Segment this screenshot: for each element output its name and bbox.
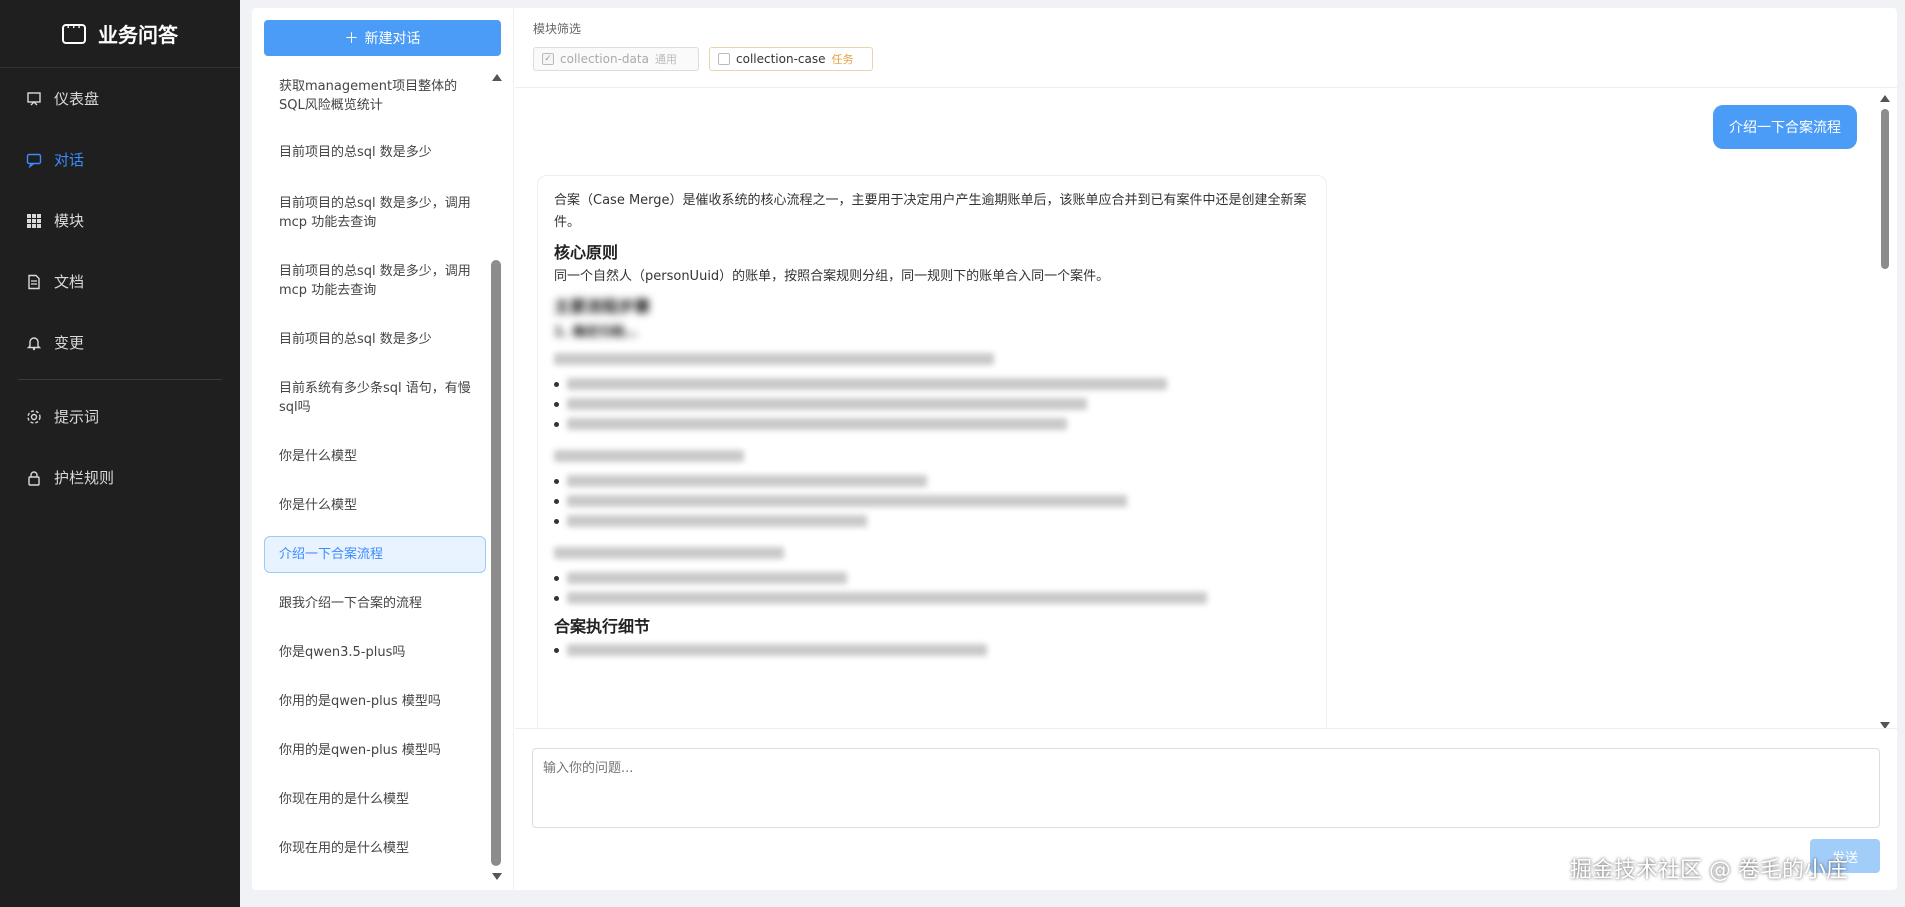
nav-item-guardrails[interactable]: 护栏规则 (0, 447, 240, 508)
conversation-item[interactable]: 目前项目的总sql 数是多少 (264, 134, 486, 171)
watermark: 掘金技术社区 @ 卷毛的小庄 (1570, 858, 1848, 883)
conversation-item[interactable]: 你是什么模型 (264, 487, 486, 524)
nav-item-label: 文档 (54, 273, 85, 291)
conversation-item[interactable]: 你用的是qwen-plus 模型吗 (264, 732, 486, 769)
blurred-bullet (554, 374, 1310, 394)
main-nav: 业务问答 仪表盘 对话 模块 文档 变更 提示词 (0, 0, 240, 907)
conversation-item[interactable]: 获取management项目整体的SQL风险概览统计 (264, 68, 486, 124)
blurred-bullet (554, 414, 1310, 434)
conversation-item[interactable]: 目前项目的总sql 数是多少，调用mcp 功能去查询 (264, 253, 486, 309)
conversation-item[interactable]: 目前项目的总sql 数是多少，调用mcp 功能去查询 (264, 185, 486, 241)
blurred-line (554, 547, 784, 559)
blurred-bullet (554, 568, 1310, 588)
conversation-item[interactable]: 跟我介绍一下合案的流程 (264, 585, 486, 622)
app-title: 业务问答 (98, 23, 178, 47)
checkbox-checked-icon[interactable]: ✓ (542, 53, 554, 65)
chat-bubble-icon (62, 20, 86, 44)
new-conversation-button[interactable]: ＋ 新建对话 (264, 20, 501, 56)
blurred-bullet (554, 588, 1310, 608)
filter-label: 模块筛选 (533, 22, 582, 36)
assistant-intro: 合案（Case Merge）是催收系统的核心流程之一，主要用于决定用户产生逾期账… (554, 193, 1307, 230)
bell-icon (26, 335, 42, 351)
nav-item-docs[interactable]: 文档 (0, 251, 240, 312)
conversation-scrollbar[interactable] (490, 68, 502, 880)
blurred-line (554, 353, 994, 365)
nav-item-dashboard[interactable]: 仪表盘 (0, 68, 240, 129)
blurred-bullet (554, 394, 1310, 414)
user-message: 介绍一下合案流程 (1713, 105, 1857, 149)
scroll-up-icon[interactable] (492, 74, 502, 81)
conversation-item[interactable]: 你现在用的是什么模型 (264, 781, 486, 818)
grid-icon (26, 213, 42, 229)
chat-panel: 模块筛选 ✓ collection-data 通用 collection-cas… (515, 8, 1897, 890)
scroll-thumb[interactable] (491, 260, 501, 866)
assistant-core-text: 同一个自然人（personUuid）的账单，按照合案规则分组，同一规则下的账单合… (554, 269, 1110, 284)
module-chip-collection-case[interactable]: collection-case 任务 (709, 47, 873, 71)
conversation-item[interactable]: 你用的是qwen-plus 模型吗 (264, 683, 486, 720)
conversation-list: 获取management项目整体的SQL风险概览统计 目前项目的总sql 数是多… (264, 68, 486, 880)
blurred-bullet (554, 471, 1310, 491)
nav-item-label: 护栏规则 (54, 469, 115, 487)
nav-item-prompts[interactable]: 提示词 (0, 386, 240, 447)
nav-item-changes[interactable]: 变更 (0, 312, 240, 373)
content-area: ＋ 新建对话 获取management项目整体的SQL风险概览统计 目前项目的总… (252, 8, 1897, 890)
assistant-heading-core: 核心原则 (554, 243, 619, 262)
nav-item-label: 变更 (54, 334, 85, 352)
assistant-heading-detail: 合案执行细节 (554, 617, 651, 636)
nav-item-label: 模块 (54, 212, 85, 230)
gear-icon (26, 409, 42, 425)
new-conversation-label: 新建对话 (364, 31, 421, 47)
nav-item-label: 仪表盘 (54, 90, 100, 108)
assistant-heading-steps: 主要流程步骤 (554, 297, 651, 316)
checkbox-icon[interactable] (718, 53, 730, 65)
nav-item-modules[interactable]: 模块 (0, 190, 240, 251)
scroll-thumb[interactable] (1881, 109, 1889, 269)
nav-item-chat[interactable]: 对话 (0, 129, 240, 190)
dashboard-icon (26, 91, 42, 107)
assistant-step-1: 1. 确定归档… (554, 325, 638, 340)
module-filter-bar: 模块筛选 ✓ collection-data 通用 collection-cas… (515, 8, 1897, 88)
scroll-up-icon[interactable] (1880, 95, 1890, 102)
message-scrollbar[interactable] (1879, 89, 1891, 728)
nav-item-label: 提示词 (54, 408, 100, 426)
blurred-bullet (554, 640, 1310, 660)
conversation-item[interactable]: 你现在用的是什么模型 (264, 830, 486, 867)
module-chip-name: collection-data (560, 52, 649, 66)
module-chip-collection-data[interactable]: ✓ collection-data 通用 (533, 47, 699, 71)
conversation-panel: ＋ 新建对话 获取management项目整体的SQL风险概览统计 目前项目的总… (252, 8, 514, 890)
assistant-message: 合案（Case Merge）是催收系统的核心流程之一，主要用于决定用户产生逾期账… (537, 175, 1327, 728)
message-list: 介绍一下合案流程 合案（Case Merge）是催收系统的核心流程之一，主要用于… (515, 89, 1897, 729)
conversation-item-active[interactable]: 介绍一下合案流程 (264, 536, 486, 573)
question-input[interactable] (532, 748, 1880, 828)
module-chip-tag: 通用 (654, 53, 677, 66)
nav-header: 业务问答 (0, 0, 240, 68)
scroll-down-icon[interactable] (492, 873, 502, 880)
document-icon (26, 274, 42, 290)
blurred-bullet (554, 511, 1310, 531)
plus-icon: ＋ (344, 31, 359, 47)
blurred-bullet (554, 491, 1310, 511)
conversation-item[interactable]: 目前系统有多少条sql 语句，有慢sql吗 (264, 370, 486, 426)
chat-icon (26, 152, 42, 168)
lock-icon (26, 470, 42, 486)
conversation-item[interactable]: 你是什么模型 (264, 438, 486, 475)
module-chip-tag: 任务 (831, 53, 854, 66)
scroll-down-icon[interactable] (1880, 722, 1890, 728)
nav-divider (18, 379, 222, 380)
module-chip-name: collection-case (736, 52, 826, 66)
blurred-line (554, 450, 744, 462)
nav-item-label: 对话 (54, 151, 85, 169)
conversation-item[interactable]: 目前项目的总sql 数是多少 (264, 321, 486, 358)
conversation-item[interactable]: 你是qwen3.5-plus吗 (264, 634, 486, 671)
